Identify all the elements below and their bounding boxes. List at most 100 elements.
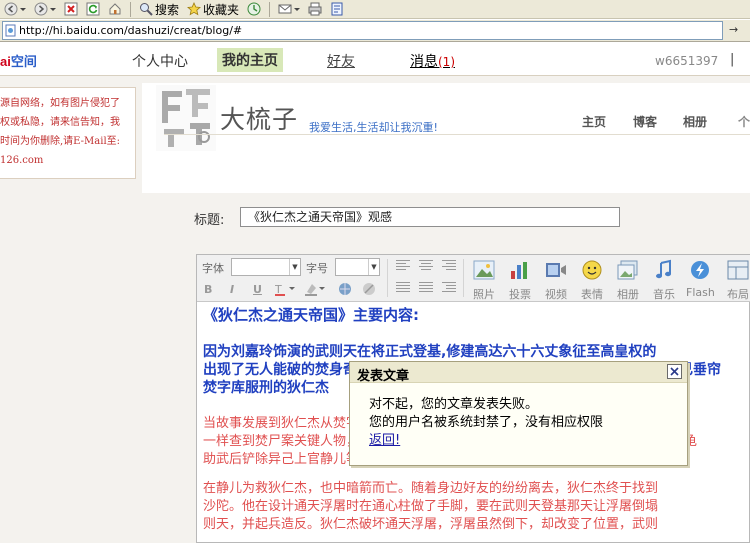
album-icon	[617, 260, 638, 280]
mail-button[interactable]	[276, 1, 302, 18]
blog-tab-personal[interactable]: 个	[738, 113, 750, 130]
layout-icon	[727, 260, 749, 280]
star-icon	[187, 2, 201, 16]
address-bar: http://hi.baidu.com/dashuzi/creat/blog/#…	[0, 20, 750, 42]
font-label: 字体	[202, 262, 224, 275]
dialog-body: 对不起，您的文章发表失败。 您的用户名被系统封禁了，没有相应权限 返回!	[369, 396, 603, 450]
back-button[interactable]	[2, 1, 28, 18]
font-size-select[interactable]: ▼	[335, 258, 380, 276]
smiley-icon	[582, 260, 602, 280]
toolbar-separator	[463, 259, 464, 297]
page-content: ai空间 个人中心 我的主页 好友 消息(1) w6651397 | 源自网络，…	[0, 43, 750, 543]
photo-icon	[473, 260, 495, 280]
nav-separator: |	[730, 52, 735, 67]
blog-tab-home[interactable]: 主页	[582, 113, 606, 130]
content-paragraph-line: 因为刘嘉玲饰演的武则天在将正式登基,修建高达六十六丈象征至高皇权的	[203, 344, 657, 360]
notice-line: 源自网络，如有图片侵犯了	[0, 98, 120, 109]
music-note-icon	[656, 259, 671, 279]
underline-button[interactable]: U	[253, 283, 262, 296]
font-family-select[interactable]: ▼	[231, 258, 301, 276]
chevron-down-icon: ▼	[368, 259, 379, 275]
chevron-down-icon	[294, 8, 301, 11]
forward-button[interactable]	[32, 1, 58, 18]
header-divider	[164, 134, 750, 135]
nav-my-homepage[interactable]: 我的主页	[217, 48, 283, 72]
chevron-down-icon: ▼	[289, 259, 300, 275]
refresh-button[interactable]	[84, 1, 102, 18]
stop-icon	[64, 2, 78, 16]
insert-poll-button[interactable]: 投票	[506, 259, 534, 302]
blog-header: 大梳子 我爱生活,生活却让我沉重! 主页 博客 相册 个	[142, 83, 750, 193]
toolbar-separator	[130, 1, 131, 17]
chevron-down-icon	[50, 8, 56, 11]
blog-name[interactable]: 大梳子	[220, 100, 298, 136]
insert-flash-button[interactable]: Flash	[686, 259, 715, 299]
highlight-color-icon[interactable]	[305, 282, 329, 296]
search-label: 搜索	[155, 2, 180, 17]
toolbar-separator	[269, 1, 271, 17]
history-icon	[247, 2, 261, 16]
align-right-icon[interactable]	[442, 260, 456, 272]
insert-layout-button[interactable]: 布局	[724, 259, 750, 302]
dialog-message: 对不起，您的文章发表失败。	[369, 397, 539, 412]
unlink-icon[interactable]	[361, 281, 377, 297]
text-color-icon[interactable]: T	[275, 282, 299, 296]
edit-page-button[interactable]	[328, 1, 346, 18]
mail-icon	[278, 4, 292, 14]
size-label: 字号	[306, 262, 328, 275]
insert-album-button[interactable]: 相册	[614, 259, 642, 302]
unordered-list-icon[interactable]	[419, 282, 433, 294]
content-paragraph-line: 则天，并起兵造反。狄仁杰破坏通天浮屠，浮屠虽然倒下，却改变了位置，武则	[203, 517, 659, 532]
insert-photo-button[interactable]: 照片	[470, 259, 498, 302]
title-label: 标题:	[194, 213, 225, 228]
content-paragraph-line: 在静儿为救狄仁杰，也中暗箭而亡。随着身边好友的纷纷离去，狄仁杰终于找到	[203, 481, 659, 496]
favorites-label: 收藏夹	[203, 2, 240, 17]
home-button[interactable]	[106, 1, 124, 18]
go-arrow-icon[interactable]: →	[729, 23, 738, 36]
insert-video-button[interactable]: 视频	[542, 259, 570, 302]
link-icon[interactable]	[337, 281, 353, 297]
notice-line: 权或私隐，请来信告知，我	[0, 117, 120, 128]
nav-personal-center[interactable]: 个人中心	[132, 51, 188, 71]
favorites-button[interactable]: 收藏夹	[185, 1, 241, 18]
search-icon	[140, 3, 153, 16]
indent-icon[interactable]	[442, 282, 456, 294]
notice-line: 时间为你删除,请E-Mail至:	[0, 136, 121, 147]
editor-toolbar: 字体 ▼ 字号 ▼ B I U T 照片 投票 视频 表情 相册 音乐 Flas…	[197, 255, 750, 302]
site-logo[interactable]: ai空间	[0, 51, 37, 70]
italic-button[interactable]: I	[230, 283, 234, 296]
printer-icon	[308, 2, 322, 16]
home-icon	[109, 3, 121, 15]
insert-emoticon-button[interactable]: 表情	[578, 259, 606, 302]
sidebar-copyright-notice: 源自网络，如有图片侵犯了 权或私隐，请来信告知，我 时间为你删除,请E-Mail…	[0, 87, 136, 179]
dialog-message: 您的用户名被系统封禁了，没有相应权限	[369, 415, 604, 430]
search-button[interactable]: 搜索	[137, 1, 181, 18]
stop-button[interactable]	[62, 1, 80, 18]
chevron-down-icon	[20, 8, 26, 11]
align-left-icon[interactable]	[396, 260, 410, 272]
close-icon	[670, 367, 679, 376]
notice-line: 126.com	[0, 155, 44, 166]
bar-chart-icon	[511, 262, 527, 279]
print-button[interactable]	[306, 1, 324, 18]
insert-music-button[interactable]: 音乐	[650, 259, 678, 302]
address-input[interactable]: http://hi.baidu.com/dashuzi/creat/blog/#	[2, 21, 723, 40]
title-input[interactable]: 《狄仁杰之通天帝国》观感	[240, 207, 620, 227]
dialog-titlebar: 发表文章	[350, 362, 687, 384]
dialog-return-link[interactable]: 返回!	[369, 433, 400, 448]
bold-button[interactable]: B	[204, 283, 212, 296]
align-center-icon[interactable]	[419, 260, 433, 272]
publish-error-dialog: 发表文章 对不起，您的文章发表失败。 您的用户名被系统封禁了，没有相应权限 返回…	[349, 361, 688, 466]
blog-tab-album[interactable]: 相册	[683, 113, 707, 130]
history-button[interactable]	[245, 1, 263, 18]
nav-messages[interactable]: 消息(1)	[410, 51, 455, 71]
flash-icon	[691, 261, 709, 279]
blog-slogan: 我爱生活,生活却让我沉重!	[309, 121, 438, 134]
blog-tab-blog[interactable]: 博客	[633, 113, 657, 130]
ordered-list-icon[interactable]	[396, 282, 410, 294]
dialog-close-button[interactable]	[667, 364, 682, 379]
nav-friends[interactable]: 好友	[327, 51, 355, 71]
blog-logo-stamp	[156, 85, 216, 151]
username[interactable]: w6651397	[655, 54, 718, 68]
content-heading: 《狄仁杰之通天帝国》主要内容:	[203, 306, 420, 324]
